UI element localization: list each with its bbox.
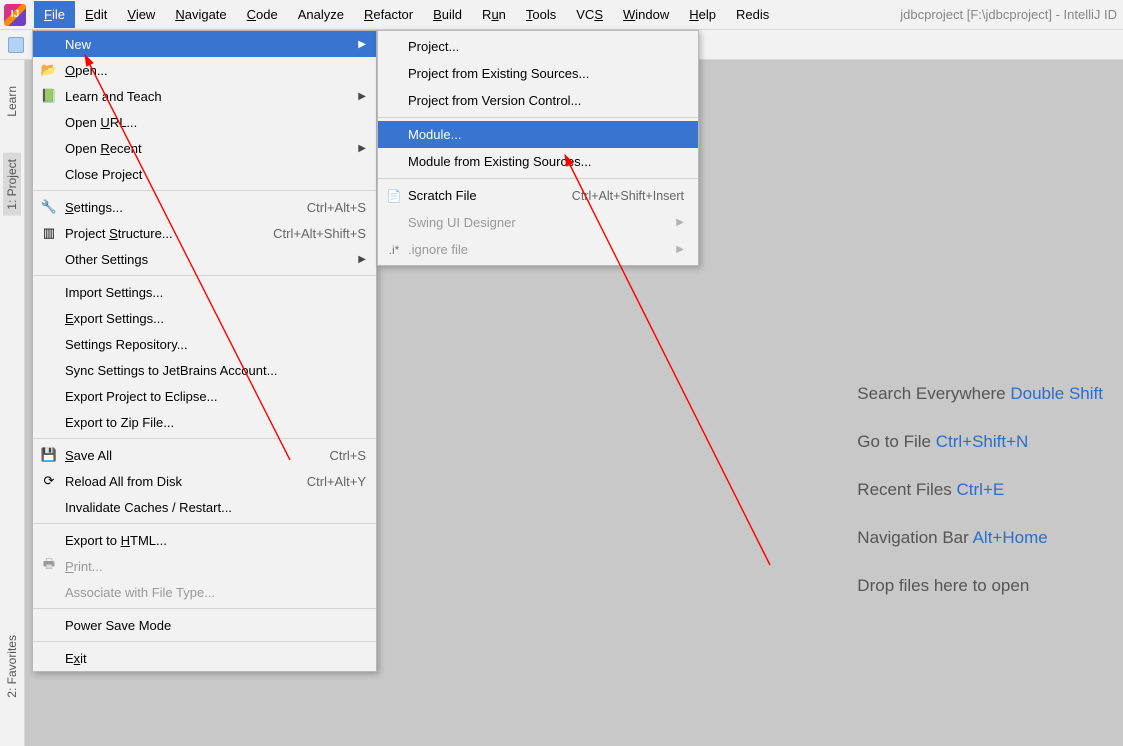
menu-run[interactable]: Run bbox=[472, 1, 516, 28]
app-icon: IJ bbox=[4, 4, 26, 26]
menu-refactor[interactable]: Refactor bbox=[354, 1, 423, 28]
file-menu-item[interactable]: Import Settings... bbox=[33, 279, 376, 305]
file-menu-item[interactable]: Invalidate Caches / Restart... bbox=[33, 494, 376, 520]
file-menu-item[interactable]: Open URL... bbox=[33, 109, 376, 135]
new-submenu-item: .i*.ignore file▶ bbox=[378, 236, 698, 263]
new-submenu: Project...Project from Existing Sources.… bbox=[377, 30, 699, 266]
menu-redis[interactable]: Redis bbox=[726, 1, 779, 28]
menu-item-icon: 🔧 bbox=[41, 199, 57, 215]
file-menu-item[interactable]: Close Project bbox=[33, 161, 376, 187]
menu-navigate[interactable]: Navigate bbox=[165, 1, 236, 28]
file-menu-item[interactable]: 💾Save AllCtrl+S bbox=[33, 442, 376, 468]
welcome-hints: Search Everywhere Double ShiftGo to File… bbox=[857, 370, 1103, 610]
file-menu-item: 🖶Print... bbox=[33, 553, 376, 579]
menu-window[interactable]: Window bbox=[613, 1, 679, 28]
submenu-arrow-icon: ▶ bbox=[358, 143, 366, 154]
file-menu-item[interactable]: New▶ bbox=[33, 31, 376, 57]
toolbar-icon[interactable] bbox=[8, 37, 24, 53]
welcome-hint: Search Everywhere Double Shift bbox=[857, 370, 1103, 418]
file-menu-dropdown: New▶📂Open...📗Learn and Teach▶Open URL...… bbox=[32, 30, 377, 672]
menu-build[interactable]: Build bbox=[423, 1, 472, 28]
submenu-arrow-icon: ▶ bbox=[676, 217, 684, 228]
file-menu-item[interactable]: Settings Repository... bbox=[33, 331, 376, 357]
menu-item-icon: 📂 bbox=[41, 62, 57, 78]
new-submenu-item[interactable]: Module... bbox=[378, 121, 698, 148]
submenu-item-icon: 📄 bbox=[386, 188, 402, 204]
menu-file[interactable]: File bbox=[34, 1, 75, 28]
submenu-arrow-icon: ▶ bbox=[676, 244, 684, 255]
menu-item-icon: 🖶 bbox=[41, 558, 57, 574]
file-menu-item[interactable]: Power Save Mode bbox=[33, 612, 376, 638]
file-menu-item[interactable]: 📗Learn and Teach▶ bbox=[33, 83, 376, 109]
submenu-item-icon: .i* bbox=[386, 242, 402, 258]
file-menu-item[interactable]: ⟳Reload All from DiskCtrl+Alt+Y bbox=[33, 468, 376, 494]
menu-item-icon: 💾 bbox=[41, 447, 57, 463]
menu-edit[interactable]: Edit bbox=[75, 1, 117, 28]
file-menu-item[interactable]: Sync Settings to JetBrains Account... bbox=[33, 357, 376, 383]
menu-tools[interactable]: Tools bbox=[516, 1, 566, 28]
welcome-hint: Go to File Ctrl+Shift+N bbox=[857, 418, 1103, 466]
menu-vcs[interactable]: VCS bbox=[566, 1, 613, 28]
sidebar-tab-project[interactable]: 1: Project bbox=[3, 153, 21, 216]
sidebar-tab-learn[interactable]: Learn bbox=[3, 80, 21, 123]
file-menu-item: Associate with File Type... bbox=[33, 579, 376, 605]
file-menu-item[interactable]: Other Settings▶ bbox=[33, 246, 376, 272]
left-tool-strip: Learn 1: Project 2: Favorites bbox=[0, 60, 25, 746]
file-menu-item[interactable]: 📂Open... bbox=[33, 57, 376, 83]
submenu-arrow-icon: ▶ bbox=[358, 39, 366, 50]
file-menu-item[interactable]: Export Settings... bbox=[33, 305, 376, 331]
new-submenu-item[interactable]: Module from Existing Sources... bbox=[378, 148, 698, 175]
new-submenu-item[interactable]: Project from Version Control... bbox=[378, 87, 698, 114]
welcome-hint: Navigation Bar Alt+Home bbox=[857, 514, 1103, 562]
new-submenu-item[interactable]: Project from Existing Sources... bbox=[378, 60, 698, 87]
submenu-arrow-icon: ▶ bbox=[358, 91, 366, 102]
menu-item-icon: 📗 bbox=[41, 88, 57, 104]
file-menu-item[interactable]: 🔧Settings...Ctrl+Alt+S bbox=[33, 194, 376, 220]
menu-help[interactable]: Help bbox=[679, 1, 726, 28]
submenu-arrow-icon: ▶ bbox=[358, 254, 366, 265]
new-submenu-item[interactable]: Project... bbox=[378, 33, 698, 60]
file-menu-item[interactable]: Export to Zip File... bbox=[33, 409, 376, 435]
new-submenu-item[interactable]: 📄Scratch FileCtrl+Alt+Shift+Insert bbox=[378, 182, 698, 209]
file-menu-item[interactable]: Export to HTML... bbox=[33, 527, 376, 553]
menu-item-icon: ▥ bbox=[41, 225, 57, 241]
window-title: jdbcproject [F:\jdbcproject] - IntelliJ … bbox=[900, 7, 1123, 22]
file-menu-item[interactable]: Export Project to Eclipse... bbox=[33, 383, 376, 409]
menu-view[interactable]: View bbox=[117, 1, 165, 28]
file-menu-item[interactable]: Open Recent▶ bbox=[33, 135, 376, 161]
welcome-hint: Recent Files Ctrl+E bbox=[857, 466, 1103, 514]
new-submenu-item: Swing UI Designer▶ bbox=[378, 209, 698, 236]
menubar: IJ FileEditViewNavigateCodeAnalyzeRefact… bbox=[0, 0, 1123, 30]
welcome-hint: Drop files here to open bbox=[857, 562, 1103, 610]
file-menu-item[interactable]: Exit bbox=[33, 645, 376, 671]
sidebar-tab-favorites[interactable]: 2: Favorites bbox=[3, 629, 21, 704]
file-menu-item[interactable]: ▥Project Structure...Ctrl+Alt+Shift+S bbox=[33, 220, 376, 246]
menu-item-icon: ⟳ bbox=[41, 473, 57, 489]
menu-code[interactable]: Code bbox=[237, 1, 288, 28]
menu-analyze[interactable]: Analyze bbox=[288, 1, 354, 28]
